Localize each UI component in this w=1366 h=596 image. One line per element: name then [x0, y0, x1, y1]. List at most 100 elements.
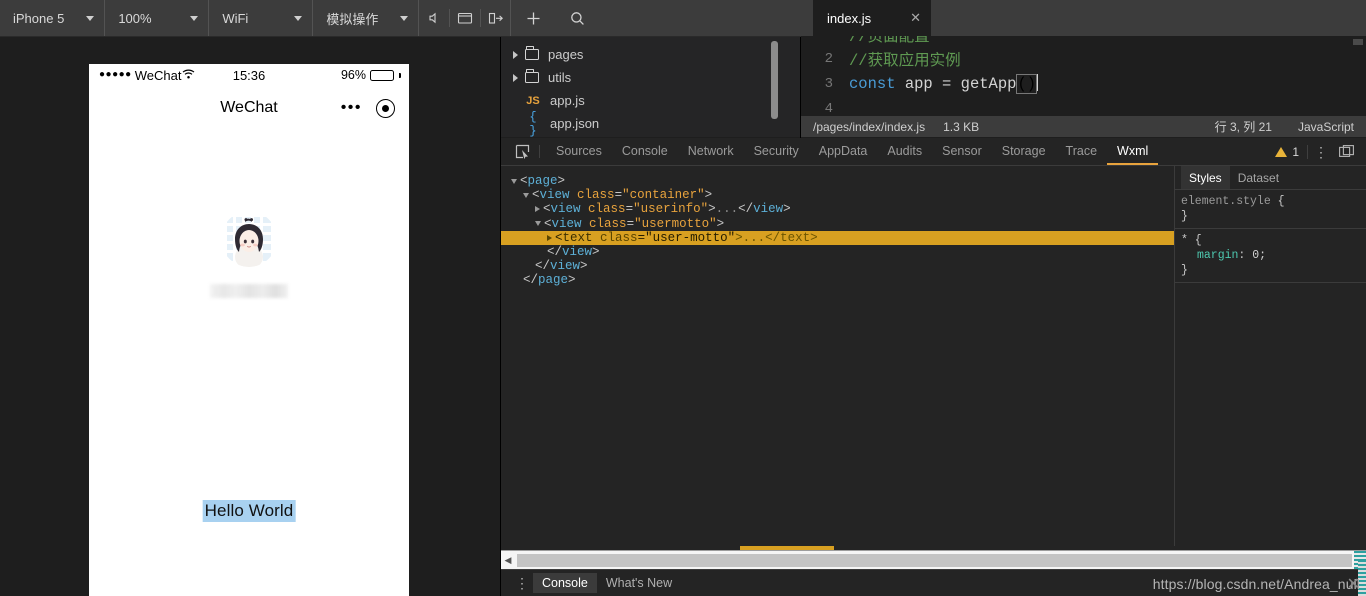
tab-styles[interactable]: Styles [1181, 166, 1230, 189]
wxml-node-page[interactable]: < page > [501, 174, 1174, 188]
attr-value: "container" [622, 188, 705, 203]
wxml-close-view: </view > [501, 259, 1174, 273]
carrier-label: WeChat [134, 67, 182, 83]
search-icon[interactable] [555, 0, 599, 36]
punct: < [543, 202, 551, 217]
twisty-expanded-icon[interactable] [535, 221, 541, 227]
wxml-node-view-container[interactable]: < view class = "container" > [501, 188, 1174, 202]
style-rule-universal[interactable]: * { margin: 0; } [1175, 229, 1366, 283]
editor-file-size: 1.3 KB [943, 119, 980, 134]
tab-label: Audits [887, 143, 923, 158]
style-property[interactable]: margin [1181, 249, 1238, 262]
tab-wxml[interactable]: Wxml [1107, 138, 1159, 165]
punct: < [520, 174, 528, 189]
tab-storage[interactable]: Storage [992, 138, 1056, 165]
dock-panel-icon[interactable] [1334, 145, 1358, 158]
inspect-element-icon[interactable] [507, 138, 537, 165]
twisty-collapsed-icon[interactable] [535, 206, 540, 213]
closing-tag: text> [780, 230, 818, 245]
code-line: //页面配置 [801, 36, 1366, 46]
brace: { [1270, 195, 1285, 208]
editor-language[interactable]: JavaScript [1298, 120, 1354, 134]
target-circle-icon[interactable] [376, 98, 395, 118]
tab-label: Console [621, 143, 668, 158]
tab-dataset[interactable]: Dataset [1230, 166, 1287, 189]
tab-label: Dataset [1237, 170, 1280, 185]
tab-security[interactable]: Security [744, 138, 809, 165]
wxml-tree[interactable]: < page > < view class = "container" > < view cl… [501, 166, 1174, 546]
wxml-close-page: </page > [501, 273, 1174, 287]
window-icon[interactable] [450, 0, 480, 36]
chevron-down-icon [86, 15, 95, 21]
attr-value: "user-motto" [645, 230, 736, 245]
attr-name: class [589, 216, 627, 231]
tab-label: What's New [605, 576, 673, 590]
tab-audits[interactable]: Audits [877, 138, 932, 165]
twisty-expanded-icon[interactable] [511, 178, 517, 184]
close-icon[interactable]: ✕ [910, 10, 921, 26]
more-vertical-icon[interactable]: ⋮ [1310, 145, 1332, 159]
line-number: 3 [824, 75, 833, 92]
punct: > [568, 273, 576, 288]
horizontal-scrollbar[interactable]: ◀ [501, 550, 1366, 570]
drawer-tab-whats-new[interactable]: What's New [597, 573, 681, 593]
file-tree-scrollbar[interactable] [771, 41, 778, 119]
drawer-tab-console[interactable]: Console [533, 573, 597, 593]
chevron-right-icon[interactable] [513, 73, 518, 82]
zoom-select-label: 100% [118, 10, 152, 26]
speaker-mute-icon[interactable] [419, 0, 449, 36]
tab-network[interactable]: Network [678, 138, 744, 165]
tab-sensor[interactable]: Sensor [932, 138, 992, 165]
file-tree-item-app-js[interactable]: JS app.js [501, 89, 800, 112]
tab-appdata[interactable]: AppData [809, 138, 878, 165]
punct: </ [535, 259, 551, 274]
tab-console[interactable]: Console [612, 138, 678, 165]
editor-tab-index-js[interactable]: index.js ✕ [813, 0, 931, 36]
file-tree-item-app-json[interactable]: { } app.json [501, 110, 800, 138]
panel-toggle-right-icon[interactable] [481, 0, 512, 36]
close-icon[interactable]: ✕ [1347, 574, 1360, 594]
tab-label: Styles [1189, 170, 1222, 185]
wxml-node-view-usermotto[interactable]: < view class = "usermotto" > [501, 217, 1174, 231]
wxml-node-text-user-motto-selected[interactable]: < text class = "user-motto" >...</text> [501, 230, 1174, 245]
style-value[interactable]: 0; [1252, 249, 1266, 262]
tab-trace[interactable]: Trace [1056, 138, 1108, 165]
device-select[interactable]: iPhone 5 [0, 0, 106, 36]
tab-label: AppData [818, 143, 868, 158]
battery-full-icon [370, 69, 394, 81]
more-vertical-icon[interactable]: ⋮ [511, 576, 533, 590]
style-rule-element[interactable]: element.style { } [1175, 190, 1366, 229]
editor-scrollbar[interactable] [1353, 39, 1363, 45]
wxml-node-view-userinfo[interactable]: < view class = "userinfo" >... </view > [501, 202, 1174, 216]
devtools-main: < page > < view class = "container" > < view cl… [501, 166, 1366, 546]
scroll-left-arrow-icon[interactable]: ◀ [501, 555, 515, 566]
chevron-right-icon[interactable] [513, 50, 518, 59]
file-tree-item-utils[interactable]: utils [501, 66, 800, 89]
tab-sources[interactable]: Sources [546, 138, 612, 165]
file-tree-label: app.json [550, 116, 600, 131]
network-select[interactable]: WiFi [209, 0, 314, 36]
simulate-action-select[interactable]: 模拟操作 [313, 0, 420, 36]
twisty-collapsed-icon[interactable] [547, 234, 552, 241]
twisty-expanded-icon[interactable] [523, 192, 529, 198]
punct: < [555, 230, 563, 245]
wechat-devtools-window: iPhone 5 100% WiFi 模拟操作 index.js ✕ //页面配… [0, 0, 1366, 596]
tab-label: Sources [556, 143, 602, 158]
zoom-select[interactable]: 100% [105, 0, 210, 36]
three-dots-capsule-icon[interactable]: ••• [341, 100, 362, 116]
brace: } [1181, 264, 1188, 277]
attr-value: "usermotto" [634, 216, 717, 231]
warning-badge[interactable]: 1 [1275, 144, 1308, 159]
code-editor[interactable]: //页面配置 2 //获取应用实例 3 const app = getApp()… [801, 36, 1366, 116]
scrollbar-thumb[interactable] [517, 553, 1352, 567]
editor-statusbar: /pages/index/index.js 1.3 KB 行 3, 列 21 J… [801, 116, 1366, 137]
user-motto-text[interactable]: Hello World [202, 500, 296, 522]
add-compile-mode-button[interactable] [511, 0, 555, 36]
tabbar-divider [539, 145, 540, 158]
file-tree-item-pages[interactable]: pages [501, 43, 800, 66]
attr-name: class [577, 188, 615, 203]
punct [570, 188, 578, 202]
punct: > [592, 245, 600, 260]
file-tree-label: pages [548, 47, 584, 62]
avatar [221, 211, 277, 267]
